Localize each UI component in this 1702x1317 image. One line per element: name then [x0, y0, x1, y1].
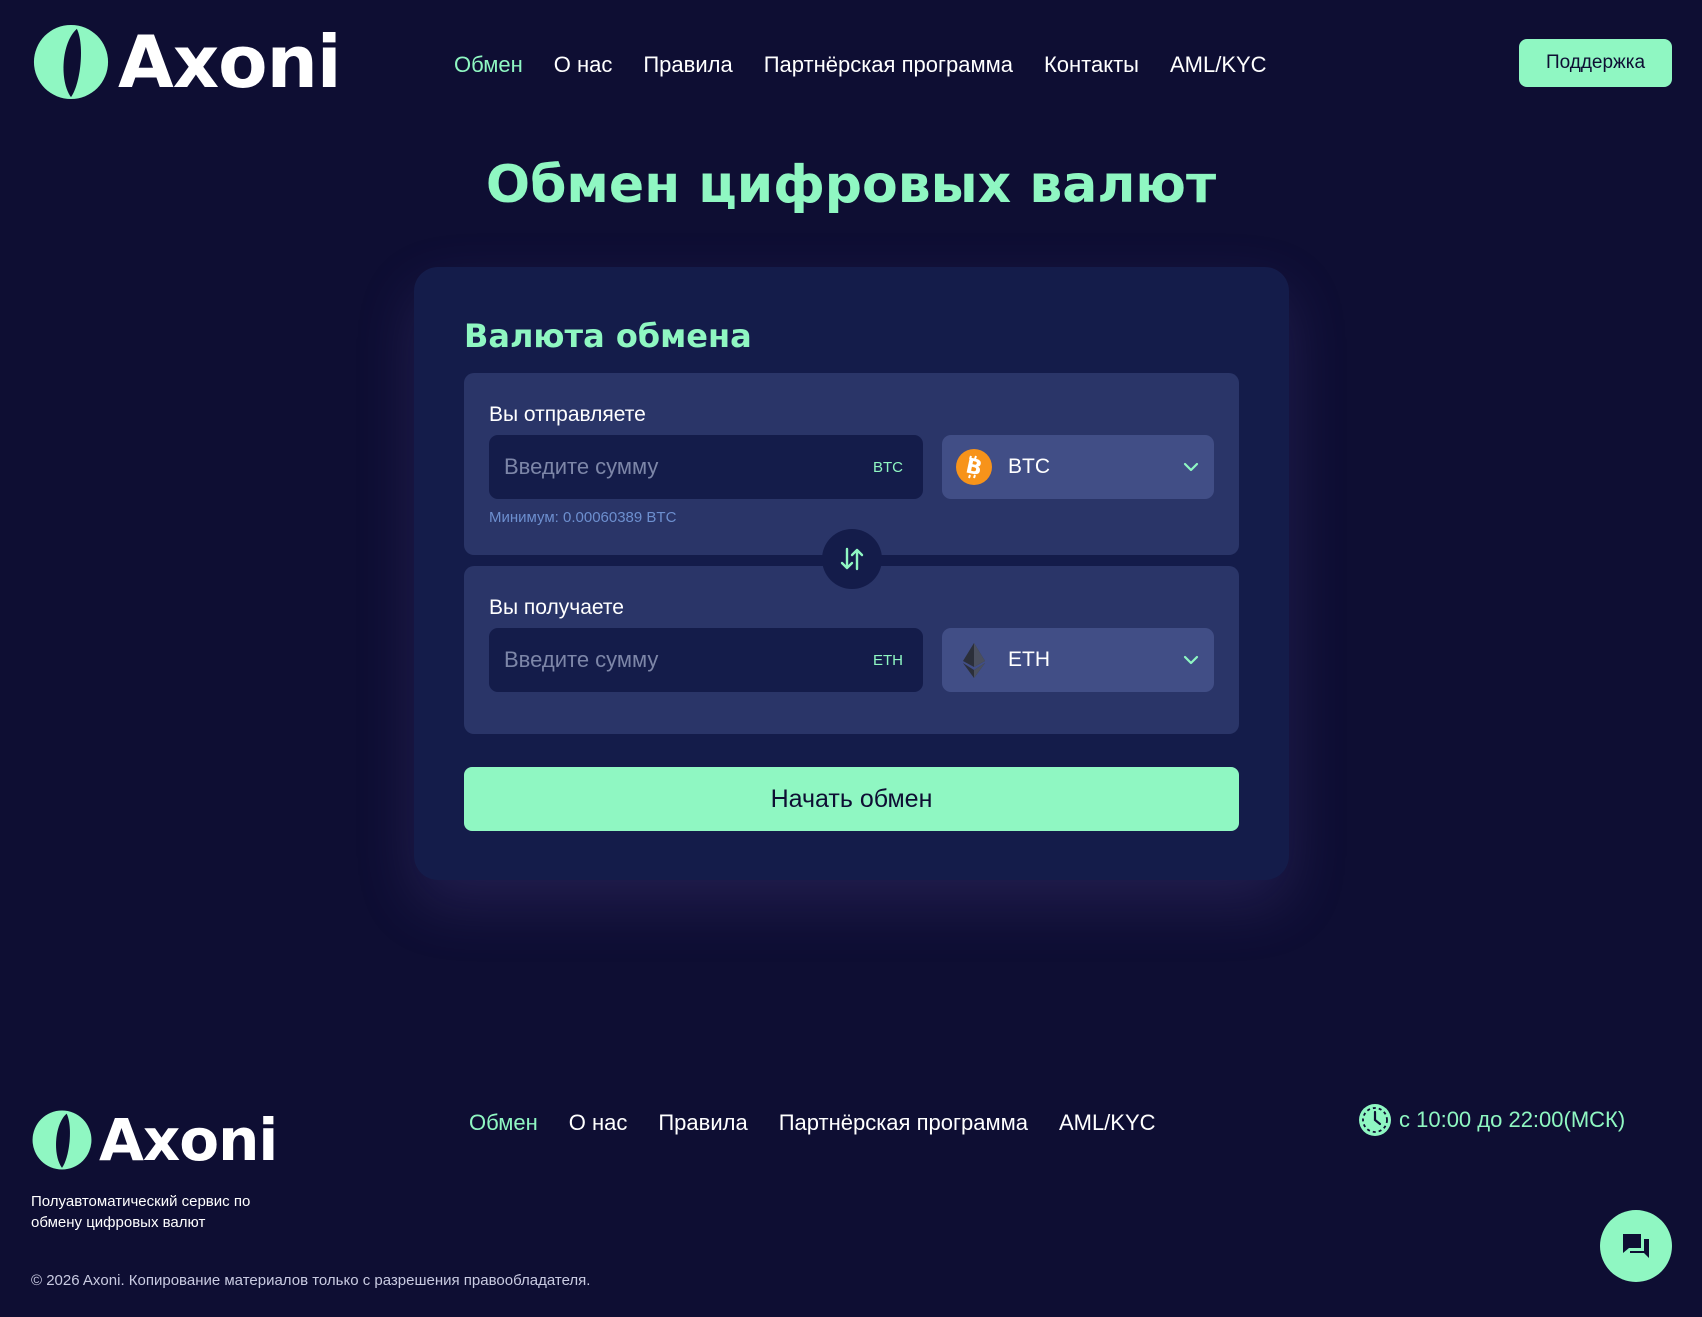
main-nav: Обмен О нас Правила Партнёрская программ… [454, 52, 1267, 78]
chevron-down-icon [1183, 655, 1199, 665]
logo-text: Axoni [118, 20, 342, 104]
receive-amount-input[interactable] [489, 628, 873, 692]
exchange-card-title: Валюта обмена [464, 317, 752, 355]
footer-nav-item-rules[interactable]: Правила [658, 1110, 747, 1136]
logo-mark-icon [33, 24, 109, 100]
working-hours: с 10:00 до 22:00(МСК) [1358, 1103, 1625, 1137]
copyright: © 2026 Axoni. Копирование материалов тол… [31, 1272, 591, 1289]
footer-tagline: Полуавтоматический сервис по обмену цифр… [31, 1193, 251, 1231]
send-amount-input[interactable] [489, 435, 873, 499]
receive-panel: Вы получаете ETH ETH [464, 566, 1239, 734]
chevron-down-icon [1183, 462, 1199, 472]
nav-item-partner-program[interactable]: Партнёрская программа [764, 52, 1013, 78]
footer-logo-text: Axoni [99, 1106, 278, 1174]
footer-nav-item-aml-kyc[interactable]: AML/KYC [1059, 1110, 1156, 1136]
receive-amount-field: ETH [489, 628, 923, 692]
send-minimum-note: Минимум: 0.00060389 BTC [489, 509, 677, 526]
send-unit: BTC [873, 458, 903, 476]
nav-item-about[interactable]: О нас [554, 52, 613, 78]
footer-nav: Обмен О нас Правила Партнёрская программ… [469, 1110, 1156, 1136]
chat-icon [1623, 1234, 1649, 1258]
footer-nav-item-about[interactable]: О нас [569, 1110, 628, 1136]
nav-item-contacts[interactable]: Контакты [1044, 52, 1139, 78]
footer-nav-item-exchange[interactable]: Обмен [469, 1110, 538, 1136]
page-title: Обмен цифровых валют [485, 155, 1217, 215]
send-amount-field: BTC [489, 435, 923, 499]
start-exchange-button[interactable]: Начать обмен [464, 767, 1239, 831]
support-button[interactable]: Поддержка [1519, 39, 1672, 87]
ethereum-icon [963, 643, 985, 678]
receive-unit: ETH [873, 651, 903, 669]
send-currency-select[interactable]: B BTC [942, 435, 1214, 499]
logo-mark-icon [32, 1110, 92, 1170]
swap-currencies-button[interactable] [822, 529, 882, 589]
receive-currency-select[interactable]: ETH [942, 628, 1214, 692]
send-currency-name: BTC [1008, 455, 1050, 478]
site-logo[interactable]: Axoni [32, 20, 342, 104]
footer-logo[interactable]: Axoni [31, 1106, 278, 1174]
receive-currency-name: ETH [1008, 648, 1050, 671]
send-label: Вы отправляете [489, 403, 646, 426]
site-header: Axoni Обмен О нас Правила Партнёрская пр… [0, 0, 1702, 130]
exchange-card: Валюта обмена Вы отправляете BTC B BTC М… [414, 267, 1289, 880]
clock-icon [1359, 1104, 1391, 1136]
chat-button[interactable] [1600, 1210, 1672, 1282]
receive-label: Вы получаете [489, 596, 624, 619]
nav-item-aml-kyc[interactable]: AML/KYC [1170, 52, 1267, 78]
footer-nav-item-partner-program[interactable]: Партнёрская программа [779, 1110, 1028, 1136]
send-panel: Вы отправляете BTC B BTC Минимум: 0.0006… [464, 373, 1239, 555]
swap-arrows-icon [840, 547, 864, 571]
nav-item-rules[interactable]: Правила [643, 52, 732, 78]
bitcoin-icon: B [956, 449, 992, 485]
working-hours-text: с 10:00 до 22:00(МСК) [1399, 1107, 1626, 1132]
nav-item-exchange[interactable]: Обмен [454, 52, 523, 78]
